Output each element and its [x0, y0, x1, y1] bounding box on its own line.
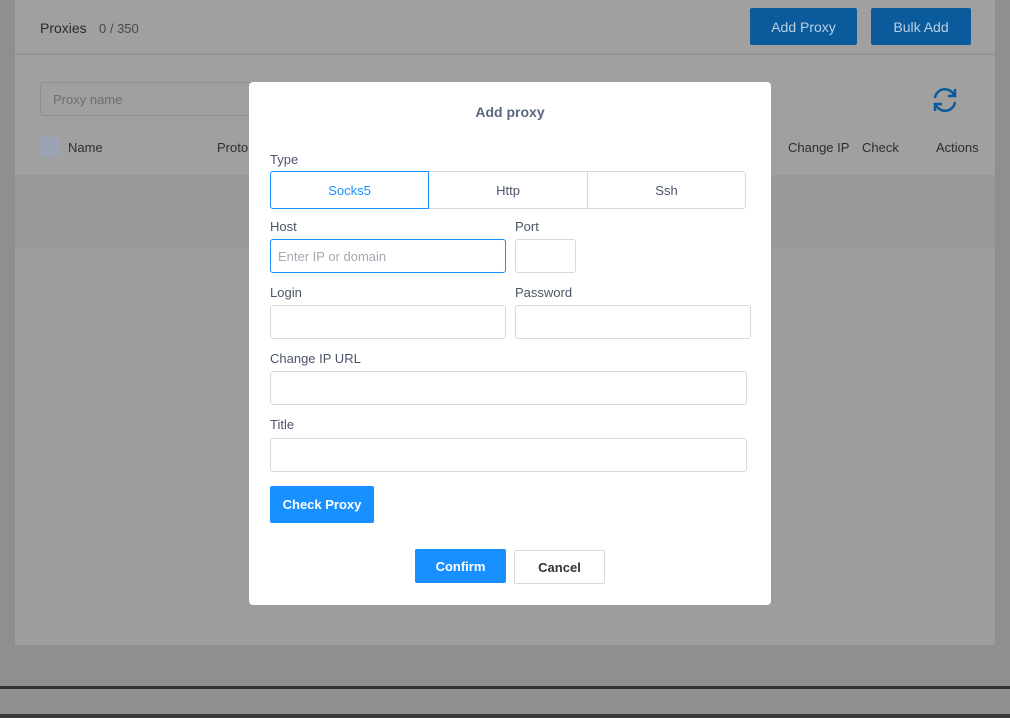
- type-label: Type: [270, 152, 299, 167]
- add-proxy-modal: Add proxy Type Socks5 Http Ssh Host Ente…: [249, 82, 771, 605]
- search-input[interactable]: Proxy name: [40, 82, 270, 116]
- bulk-add-button[interactable]: Bulk Add: [871, 8, 971, 45]
- title-label: Title: [270, 417, 295, 432]
- password-input[interactable]: [515, 305, 751, 339]
- divider: [0, 714, 1010, 718]
- confirm-button[interactable]: Confirm: [415, 549, 506, 583]
- password-label: Password: [515, 285, 573, 300]
- host-input[interactable]: Enter IP or domain: [270, 239, 506, 273]
- divider: [0, 686, 1010, 689]
- refresh-icon[interactable]: [930, 85, 960, 115]
- column-check: Check: [862, 140, 899, 155]
- title-input[interactable]: [270, 438, 747, 472]
- page-title: Proxies: [40, 20, 87, 36]
- column-name: Name: [68, 140, 103, 155]
- login-label: Login: [270, 285, 302, 300]
- host-label: Host: [270, 219, 297, 234]
- type-ssh[interactable]: Ssh: [587, 171, 746, 209]
- add-proxy-button[interactable]: Add Proxy: [750, 8, 857, 45]
- type-http[interactable]: Http: [428, 171, 588, 209]
- login-input[interactable]: [270, 305, 506, 339]
- select-all-checkbox[interactable]: [40, 137, 60, 157]
- column-protocol: Proto: [217, 140, 249, 155]
- port-label: Port: [515, 219, 539, 234]
- port-input[interactable]: [515, 239, 576, 273]
- proxy-count: 0 / 350: [99, 21, 139, 36]
- modal-title: Add proxy: [475, 104, 545, 120]
- type-socks5[interactable]: Socks5: [270, 171, 429, 209]
- column-change-ip: Change IP: [788, 140, 850, 155]
- column-actions: Actions: [936, 140, 979, 155]
- change-ip-input[interactable]: [270, 371, 747, 405]
- change-ip-label: Change IP URL: [270, 351, 361, 366]
- cancel-button[interactable]: Cancel: [514, 550, 605, 584]
- check-proxy-button[interactable]: Check Proxy: [270, 486, 374, 523]
